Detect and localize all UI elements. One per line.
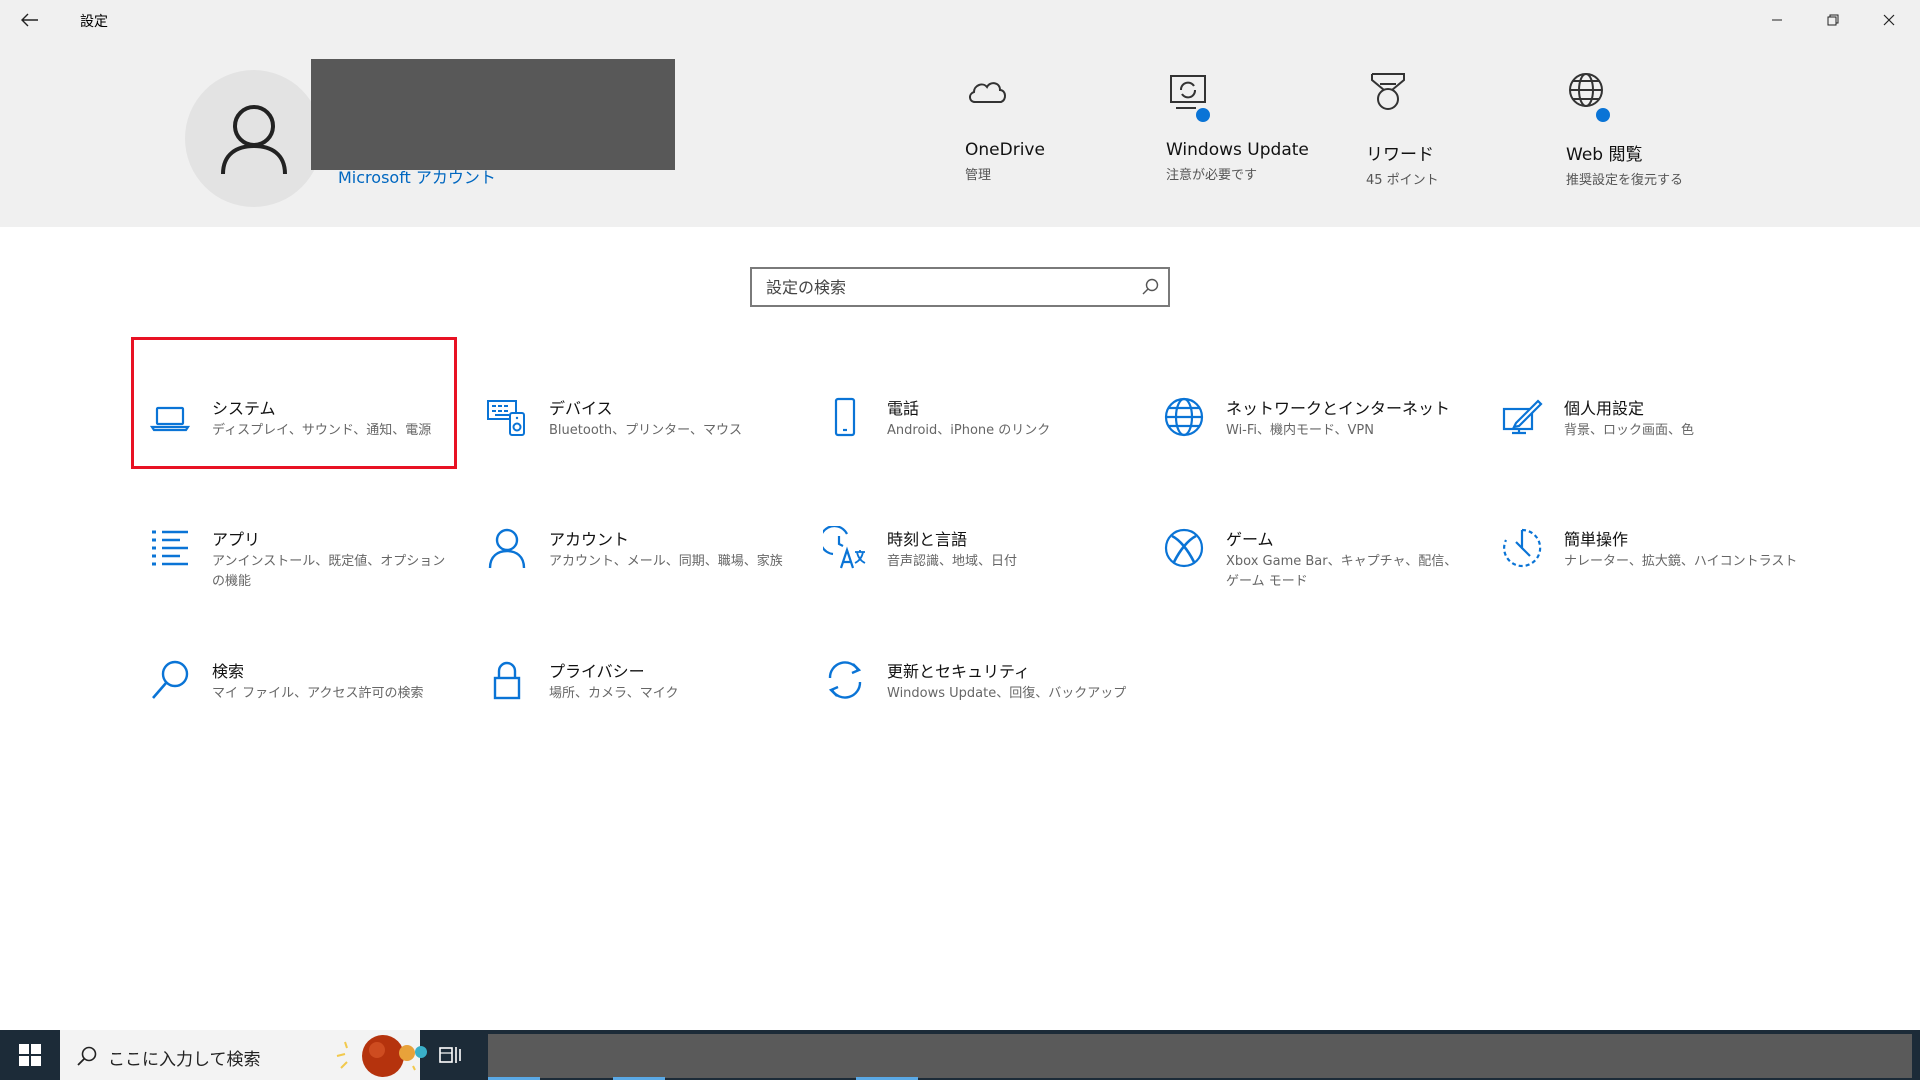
category-desc: アカウント、メール、同期、職場、家族: [549, 554, 783, 569]
taskbar-search-box[interactable]: ここに入力して検索: [60, 1030, 427, 1080]
onedrive-icon: [969, 82, 1006, 103]
category-network[interactable]: ネットワークとインターネット Wi-Fi、機内モード、VPN: [1148, 385, 1468, 513]
account-icon: [488, 528, 526, 569]
category-desc: Xbox Game Bar、キャプチャ、配信、ゲーム モード: [1226, 554, 1458, 589]
start-button[interactable]: [0, 1030, 60, 1080]
minimize-button[interactable]: [1749, 0, 1805, 40]
category-ease-of-access[interactable]: 簡単操作 ナレーター、拡大鏡、ハイコントラスト: [1486, 516, 1806, 644]
settings-search-input[interactable]: [766, 277, 1126, 297]
devices-icon: [487, 400, 525, 436]
category-desc: 場所、カメラ、マイク: [549, 686, 679, 701]
category-desc: Windows Update、回復、バックアップ: [887, 686, 1127, 701]
avatar[interactable]: [185, 70, 322, 207]
task-view-button[interactable]: [420, 1030, 480, 1080]
category-title: デバイス: [549, 399, 613, 418]
xbox-icon: [1164, 528, 1204, 568]
category-title: アカウント: [549, 530, 630, 549]
settings-search-box[interactable]: [750, 267, 1170, 307]
restore-icon: [1827, 14, 1839, 26]
restore-button[interactable]: [1805, 0, 1861, 40]
header-item-rewards[interactable]: リワード 45 ポイント: [1366, 70, 1439, 188]
onedrive-title: OneDrive: [965, 140, 1045, 160]
category-time-language[interactable]: 時刻と言語 音声認識、地域、日付: [809, 516, 1129, 644]
phone-icon: [834, 397, 856, 437]
rewards-icon: [1371, 73, 1405, 110]
apps-icon: [152, 530, 188, 566]
category-desc: 背景、ロック画面、色: [1564, 423, 1695, 438]
header-item-windows-update[interactable]: Windows Update 注意が必要です: [1166, 70, 1309, 183]
category-privacy[interactable]: プライバシー 場所、カメラ、マイク: [471, 648, 791, 776]
category-desc: アンインストール、既定値、オプションの機能: [212, 554, 446, 589]
category-devices[interactable]: デバイス Bluetooth、プリンター、マウス: [471, 385, 791, 513]
category-title: プライバシー: [549, 662, 645, 681]
rewards-title: リワード: [1366, 145, 1434, 165]
personalization-icon: [1502, 399, 1543, 435]
header-item-web-browsing[interactable]: Web 閲覧 推奨設定を復元する: [1566, 70, 1683, 188]
user-icon: [220, 104, 287, 174]
category-desc: 音声認識、地域、日付: [887, 554, 1018, 569]
redacted-account-name: [311, 59, 675, 170]
category-desc: Wi-Fi、機内モード、VPN: [1226, 423, 1374, 438]
category-personalization[interactable]: 個人用設定 背景、ロック画面、色: [1486, 385, 1806, 513]
search-icon: [1142, 278, 1159, 295]
onedrive-subtitle: 管理: [965, 168, 992, 183]
laptop-icon: [149, 406, 191, 432]
notification-dot: [1594, 106, 1612, 124]
redacted-taskbar-apps: [488, 1034, 1912, 1078]
close-icon: [1883, 14, 1895, 26]
back-button[interactable]: [10, 4, 50, 36]
notification-dot: [1194, 106, 1212, 124]
category-desc: マイ ファイル、アクセス許可の検索: [212, 686, 424, 701]
header-item-onedrive[interactable]: OneDrive 管理: [965, 70, 1045, 183]
category-gaming[interactable]: ゲーム Xbox Game Bar、キャプチャ、配信、ゲーム モード: [1148, 516, 1468, 644]
windows-logo-icon: [19, 1044, 41, 1066]
category-title: アプリ: [212, 530, 261, 549]
category-system[interactable]: システム ディスプレイ、サウンド、通知、電源: [134, 385, 454, 513]
category-desc: Bluetooth、プリンター、マウス: [549, 423, 742, 438]
title-bar: 設定: [0, 0, 1920, 40]
category-apps[interactable]: アプリ アンインストール、既定値、オプションの機能: [134, 516, 454, 644]
category-title: 簡単操作: [1564, 530, 1629, 549]
web-browsing-subtitle: 推奨設定を復元する: [1566, 173, 1684, 188]
windows-update-title: Windows Update: [1166, 140, 1309, 160]
category-title: 検索: [212, 662, 245, 681]
category-title: 電話: [887, 399, 920, 418]
category-title: ゲーム: [1226, 530, 1274, 549]
ease-of-access-icon: [1503, 528, 1542, 568]
category-desc: Android、iPhone のリンク: [887, 423, 1051, 438]
taskbar: ここに入力して検索: [0, 1030, 1920, 1080]
minimize-icon: [1772, 19, 1782, 21]
windows-update-subtitle: 注意が必要です: [1166, 168, 1258, 183]
search-icon: [152, 660, 189, 699]
time-language-icon: [823, 526, 866, 569]
category-accounts[interactable]: アカウント アカウント、メール、同期、職場、家族: [471, 516, 791, 644]
category-title: ネットワークとインターネット: [1226, 399, 1451, 418]
category-title: システム: [212, 399, 276, 418]
back-arrow-icon: [21, 13, 38, 27]
close-button[interactable]: [1861, 0, 1917, 40]
window-title: 設定: [80, 14, 108, 30]
microsoft-account-link[interactable]: Microsoft アカウント: [338, 164, 496, 188]
category-title: 時刻と言語: [887, 530, 968, 549]
search-icon: [77, 1046, 97, 1066]
category-title: 個人用設定: [1564, 399, 1645, 418]
web-browsing-title: Web 閲覧: [1566, 145, 1643, 165]
globe-icon: [1164, 397, 1204, 437]
category-desc: ディスプレイ、サウンド、通知、電源: [212, 423, 432, 438]
rewards-subtitle: 45 ポイント: [1366, 173, 1439, 188]
category-update-security[interactable]: 更新とセキュリティ Windows Update、回復、バックアップ: [809, 648, 1129, 776]
lock-icon: [493, 661, 521, 700]
account-header: Microsoft アカウント OneDrive 管理 Windows Upda…: [0, 40, 1920, 227]
category-desc: ナレーター、拡大鏡、ハイコントラスト: [1564, 554, 1798, 569]
category-search[interactable]: 検索 マイ ファイル、アクセス許可の検索: [134, 648, 454, 776]
task-view-icon: [439, 1047, 461, 1063]
update-security-icon: [828, 661, 862, 699]
category-phone[interactable]: 電話 Android、iPhone のリンク: [809, 385, 1129, 513]
taskbar-search-placeholder: ここに入力して検索: [108, 1050, 261, 1070]
category-title: 更新とセキュリティ: [887, 662, 1031, 681]
